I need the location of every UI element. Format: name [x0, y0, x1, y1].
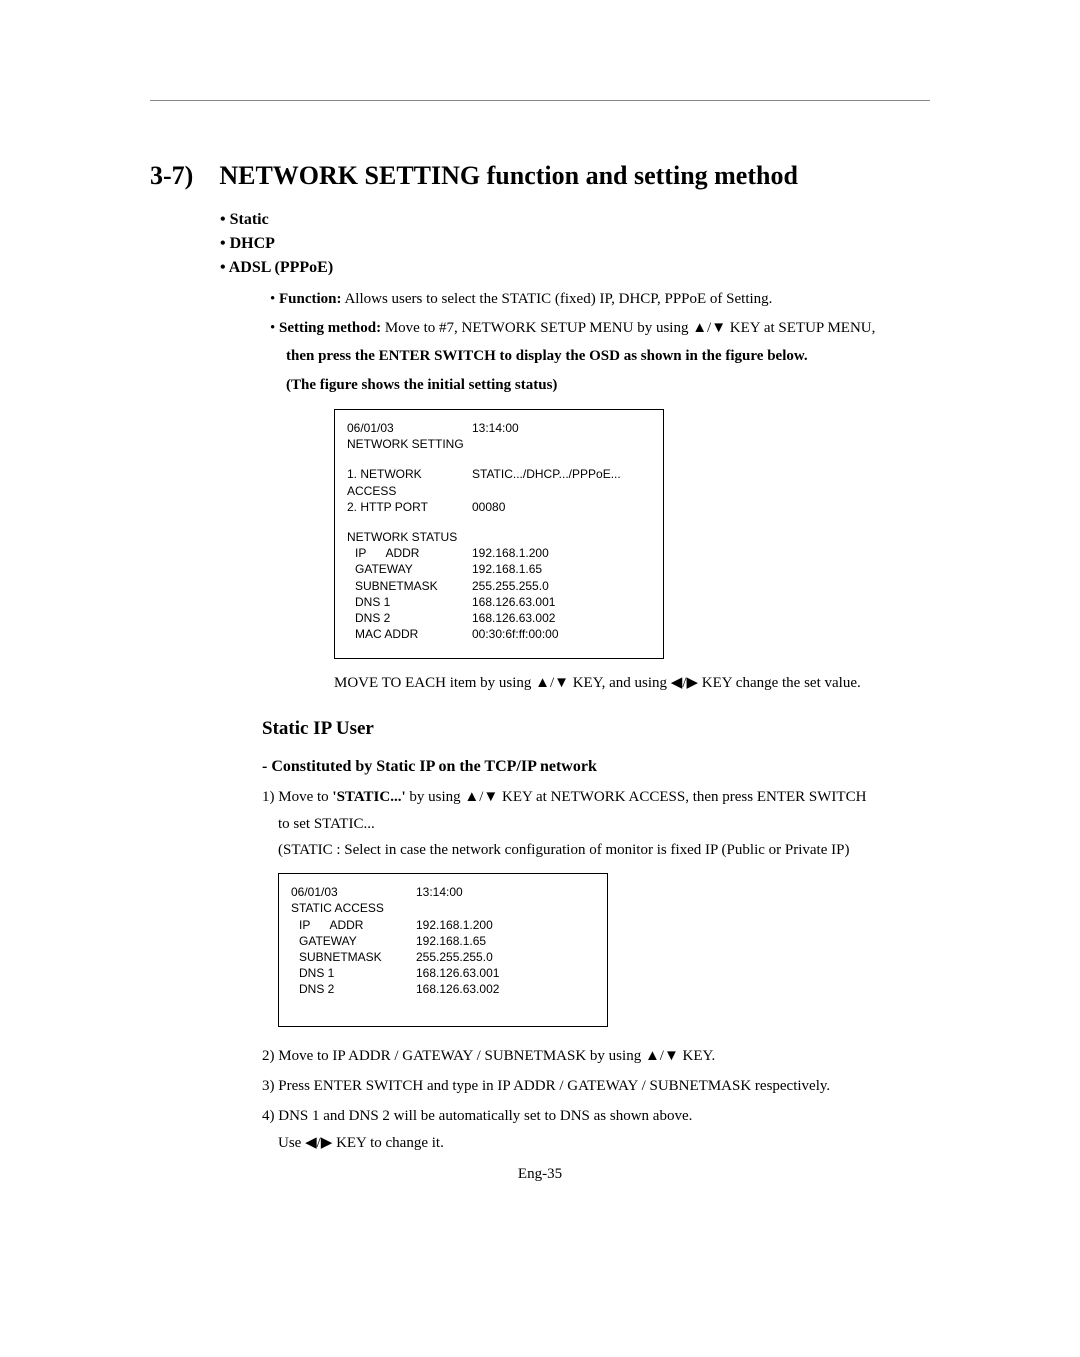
step4b: Use ◀/▶ KEY to change it. [278, 1131, 930, 1157]
section-number: 3-7) [150, 161, 193, 190]
osd1-item2-label: 2. HTTP PORT [347, 499, 472, 515]
osd2-sn-label: SUBNETMASK [299, 949, 416, 965]
step1-d: to set STATIC... [278, 812, 930, 838]
osd2-ip-label: IP ADDR [299, 917, 416, 933]
osd1-gw-label: GATEWAY [355, 561, 472, 577]
osd2-title: STATIC ACCESS [291, 900, 595, 916]
step1-c: by using ▲/▼ KEY at NETWORK ACCESS, then… [406, 789, 867, 805]
static-constituted-header: - Constituted by Static IP on the TCP/IP… [262, 758, 930, 776]
osd2-gw-value: 192.168.1.65 [416, 933, 486, 949]
osd2-gw-label: GATEWAY [299, 933, 416, 949]
osd1-mac-value: 00:30:6f:ff:00:00 [472, 626, 559, 642]
osd2-sn-value: 255.255.255.0 [416, 949, 493, 965]
osd1-gw-value: 192.168.1.65 [472, 561, 542, 577]
mode-list: Static DHCP ADSL (PPPoE) Function: Allow… [220, 211, 930, 399]
osd1-time: 13:14:00 [472, 420, 519, 436]
osd-menu-network-setting: 06/01/03 13:14:00 NETWORK SETTING 1. NET… [334, 409, 664, 659]
osd1-dns1-label: DNS 1 [355, 594, 472, 610]
detail-list: Function: Allows users to select the STA… [270, 285, 930, 342]
osd1-date: 06/01/03 [347, 420, 472, 436]
osd2-dns2-label: DNS 2 [299, 981, 416, 997]
osd1-status-header: NETWORK STATUS [347, 529, 651, 545]
function-text: Allows users to select the STATIC (fixed… [342, 291, 773, 307]
osd1-mac-label: MAC ADDR [355, 626, 472, 642]
osd1-title: NETWORK SETTING [347, 436, 651, 452]
function-label: Function: [279, 291, 342, 307]
section-heading: 3-7) NETWORK SETTING function and settin… [150, 161, 930, 191]
step1-a: 1) Move to [262, 789, 332, 805]
section-title-text: NETWORK SETTING function and setting met… [219, 161, 798, 190]
mode-static: Static [220, 211, 930, 229]
step1-b: 'STATIC...' [332, 789, 405, 805]
osd1-dns2-value: 168.126.63.002 [472, 610, 555, 626]
osd1-item1-value: STATIC.../DHCP.../PPPoE... [472, 466, 621, 498]
osd2-dns1-label: DNS 1 [299, 965, 416, 981]
osd-menu-static-access: 06/01/03 13:14:00 STATIC ACCESS IP ADDR1… [278, 873, 608, 1026]
step4: 4) DNS 1 and DNS 2 will be automatically… [262, 1101, 930, 1131]
osd2-dns2-value: 168.126.63.002 [416, 981, 499, 997]
move-note: MOVE TO EACH item by using ▲/▼ KEY, and … [334, 673, 930, 692]
setting-method-line: Setting method: Move to #7, NETWORK SETU… [270, 314, 930, 343]
osd1-item1-label: 1. NETWORK ACCESS [347, 466, 472, 498]
osd2-date: 06/01/03 [291, 884, 416, 900]
osd1-sn-value: 255.255.255.0 [472, 578, 549, 594]
osd2-ip-value: 192.168.1.200 [416, 917, 493, 933]
osd1-dns1-value: 168.126.63.001 [472, 594, 555, 610]
step1-e: (STATIC : Select in case the network con… [278, 838, 930, 864]
osd1-dns2-label: DNS 2 [355, 610, 472, 626]
function-line: Function: Allows users to select the STA… [270, 285, 930, 314]
osd1-ip-label: IP ADDR [355, 545, 472, 561]
osd1-sn-label: SUBNETMASK [355, 578, 472, 594]
mode-adsl: ADSL (PPPoE) Function: Allows users to s… [220, 259, 930, 399]
setting-text2: then press the ENTER SWITCH to display t… [286, 342, 930, 371]
osd2-dns1-value: 168.126.63.001 [416, 965, 499, 981]
page-number: Eng-35 [150, 1166, 930, 1183]
osd1-item2-value: 00080 [472, 499, 505, 515]
header-rule [150, 100, 930, 101]
setting-text3: (The figure shows the initial setting st… [286, 371, 930, 400]
osd2-time: 13:14:00 [416, 884, 463, 900]
mode-adsl-label: ADSL (PPPoE) [229, 259, 333, 276]
mode-dhcp: DHCP [220, 235, 930, 253]
static-ip-user-header: Static IP User [262, 718, 930, 740]
osd1-ip-value: 192.168.1.200 [472, 545, 549, 561]
step3: 3) Press ENTER SWITCH and type in IP ADD… [262, 1071, 930, 1101]
setting-text1: Move to #7, NETWORK SETUP MENU by using … [381, 320, 875, 336]
setting-label: Setting method: [279, 320, 381, 336]
step2: 2) Move to IP ADDR / GATEWAY / SUBNETMAS… [262, 1041, 930, 1071]
